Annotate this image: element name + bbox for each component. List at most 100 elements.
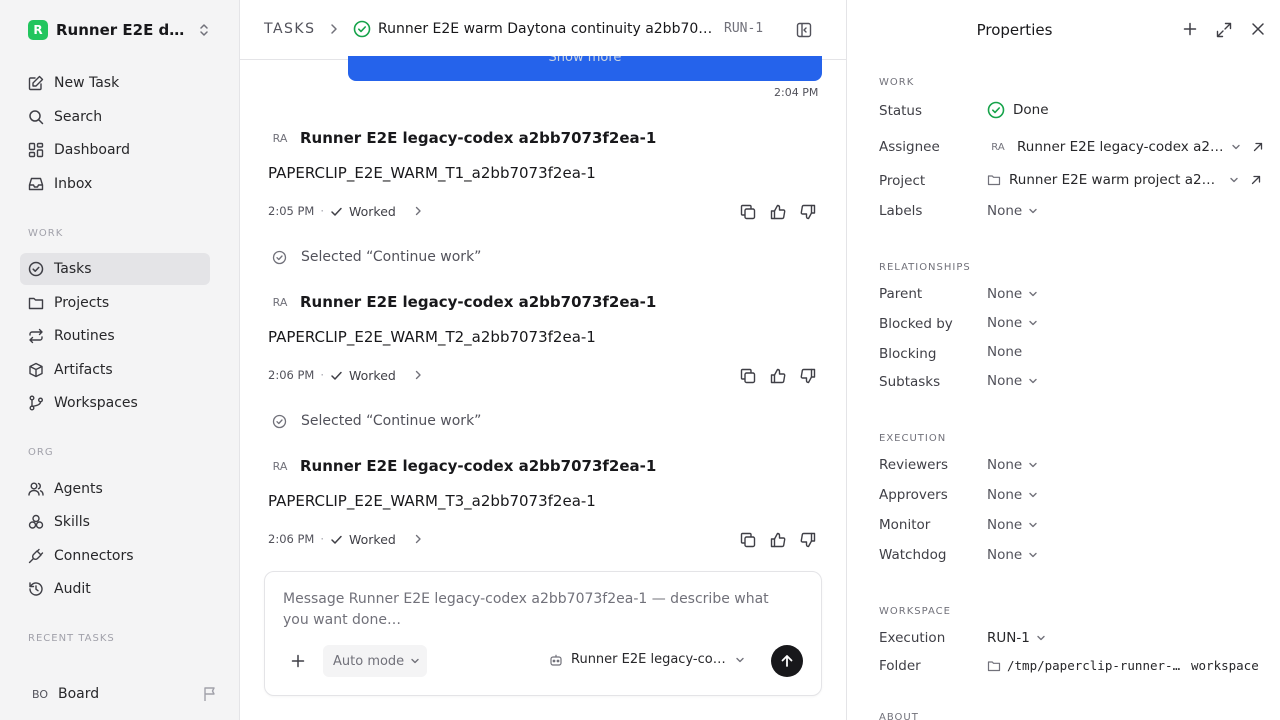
message-composer[interactable]: Message Runner E2E legacy-codex a2bb7073…: [264, 571, 822, 696]
board-label: Board: [58, 686, 100, 702]
agent-select[interactable]: Runner E2E legacy-codex a2bb7073f2ea-1: [549, 652, 745, 667]
monitor-field[interactable]: None: [987, 517, 1038, 533]
message-body: PAPERCLIP_E2E_WARM_T3_a2bb7073f2ea-1: [268, 492, 596, 510]
sidebar-item-agents[interactable]: Agents: [20, 473, 210, 505]
thumbs-up-icon[interactable]: [770, 204, 786, 220]
check-circle-icon: [28, 261, 44, 277]
thumbs-up-icon[interactable]: [770, 368, 786, 384]
approvers-field[interactable]: None: [987, 487, 1038, 503]
chevron-down-icon: [1229, 175, 1239, 185]
chevron-right-icon[interactable]: [412, 369, 424, 381]
workspace-switcher[interactable]: R Runner E2E daytona: [20, 16, 220, 44]
message-author: Runner E2E legacy-codex a2bb7073f2ea-1: [300, 457, 657, 475]
chevron-down-icon: [735, 655, 745, 665]
message-actions: [740, 368, 816, 384]
properties-panel: Properties WORK Status Done Assignee RA …: [847, 0, 1280, 720]
chevron-down-icon: [1028, 490, 1038, 500]
sidebar-item-label: Workspaces: [54, 395, 138, 411]
reviewers-value: None: [987, 457, 1023, 473]
assignee-field[interactable]: RA Runner E2E legacy-codex a2bb7073f2ea-…: [987, 136, 1263, 158]
sidebar-item-search[interactable]: Search: [20, 101, 210, 133]
chevron-down-icon: [410, 656, 420, 666]
folder-field[interactable]: /tmp/paperclip-runner-e2e-a2bb7073f2ea-1…: [987, 658, 1259, 673]
circle-check-icon: [272, 250, 287, 265]
thumbs-up-icon[interactable]: [770, 532, 786, 548]
copy-icon[interactable]: [740, 368, 756, 384]
system-event: Selected “Continue work”: [272, 249, 481, 265]
close-icon[interactable]: [1251, 22, 1265, 36]
chevron-right-icon[interactable]: [412, 205, 424, 217]
user-message-bubble[interactable]: Show more: [348, 56, 822, 81]
section-workspace: WORKSPACE: [879, 606, 951, 617]
chevron-right-icon: [327, 22, 341, 36]
run-status[interactable]: Worked: [349, 368, 396, 383]
labels-field[interactable]: None: [987, 203, 1038, 219]
copy-icon[interactable]: [740, 204, 756, 220]
sidebar-item-connectors[interactable]: Connectors: [20, 540, 210, 572]
sidebar-item-label: Agents: [54, 481, 103, 497]
subtasks-label: Subtasks: [879, 374, 941, 390]
run-status[interactable]: Worked: [349, 204, 396, 219]
reviewers-label: Reviewers: [879, 457, 949, 473]
sidebar-section-work: WORK: [28, 228, 64, 239]
status-field[interactable]: Done: [987, 101, 1049, 119]
blocked-by-label: Blocked by: [879, 316, 953, 332]
copy-icon[interactable]: [740, 532, 756, 548]
folder-suffix: workspace: [1191, 658, 1259, 673]
sidebar-item-projects[interactable]: Projects: [20, 287, 210, 319]
execution-field[interactable]: RUN-1: [987, 630, 1046, 646]
blocked-by-field[interactable]: None: [987, 315, 1038, 331]
folder-icon: [987, 173, 1001, 187]
plus-icon[interactable]: [1183, 22, 1197, 36]
show-more-button[interactable]: Show more: [549, 56, 622, 65]
board-switcher[interactable]: BO Board: [20, 679, 220, 709]
parent-field[interactable]: None: [987, 286, 1038, 302]
chevron-down-icon: [1028, 376, 1038, 386]
chevron-down-icon: [1036, 633, 1046, 643]
labels-value: None: [987, 203, 1023, 219]
agent-name: Runner E2E legacy-codex a2bb7073f2ea-1: [571, 652, 729, 667]
mode-select[interactable]: Auto mode: [323, 645, 427, 677]
chevron-down-icon: [1028, 206, 1038, 216]
send-button[interactable]: [771, 645, 803, 677]
sidebar-item-dashboard[interactable]: Dashboard: [20, 134, 210, 166]
edit-icon: [28, 75, 44, 91]
sidebar-item-routines[interactable]: Routines: [20, 320, 210, 352]
project-field[interactable]: Runner E2E warm project a2bb7073f2ea-1: [987, 172, 1261, 188]
sidebar-item-label: Tasks: [54, 261, 92, 277]
project-value: Runner E2E warm project a2bb7073f2ea-1: [1009, 172, 1223, 188]
subtasks-field[interactable]: None: [987, 373, 1038, 389]
external-link-icon[interactable]: [1251, 175, 1261, 185]
sidebar-item-skills[interactable]: Skills: [20, 506, 210, 538]
flag-icon[interactable]: [202, 686, 218, 702]
monitor-label: Monitor: [879, 517, 931, 533]
sidebar-item-artifacts[interactable]: Artifacts: [20, 354, 210, 386]
chevron-down-icon: [1028, 550, 1038, 560]
external-link-icon[interactable]: [1253, 142, 1263, 152]
plus-icon[interactable]: [291, 654, 305, 668]
section-about: ABOUT: [879, 712, 919, 720]
breadcrumb-tasks[interactable]: TASKS: [264, 21, 316, 37]
sidebar-item-audit[interactable]: Audit: [20, 573, 210, 605]
box-icon: [28, 362, 44, 378]
status-done-icon: [353, 20, 371, 38]
parent-value: None: [987, 286, 1023, 302]
assignee-label: Assignee: [879, 139, 940, 155]
sidebar-item-workspaces[interactable]: Workspaces: [20, 387, 210, 419]
expand-icon[interactable]: [1216, 22, 1232, 38]
watchdog-field[interactable]: None: [987, 547, 1038, 563]
thumbs-down-icon[interactable]: [800, 204, 816, 220]
sidebar-section-org: ORG: [28, 447, 54, 458]
composer-input[interactable]: Message Runner E2E legacy-codex a2bb7073…: [283, 589, 793, 631]
panel-toggle-icon[interactable]: [796, 22, 812, 38]
sidebar: R Runner E2E daytona New Task Search Das…: [0, 0, 240, 720]
run-status[interactable]: Worked: [349, 532, 396, 547]
sidebar-item-inbox[interactable]: Inbox: [20, 168, 210, 200]
chevron-down-icon: [1028, 520, 1038, 530]
chevron-right-icon[interactable]: [412, 533, 424, 545]
sidebar-item-new-task[interactable]: New Task: [20, 67, 210, 99]
thumbs-down-icon[interactable]: [800, 368, 816, 384]
thumbs-down-icon[interactable]: [800, 532, 816, 548]
reviewers-field[interactable]: None: [987, 457, 1038, 473]
sidebar-item-tasks[interactable]: Tasks: [20, 253, 210, 285]
